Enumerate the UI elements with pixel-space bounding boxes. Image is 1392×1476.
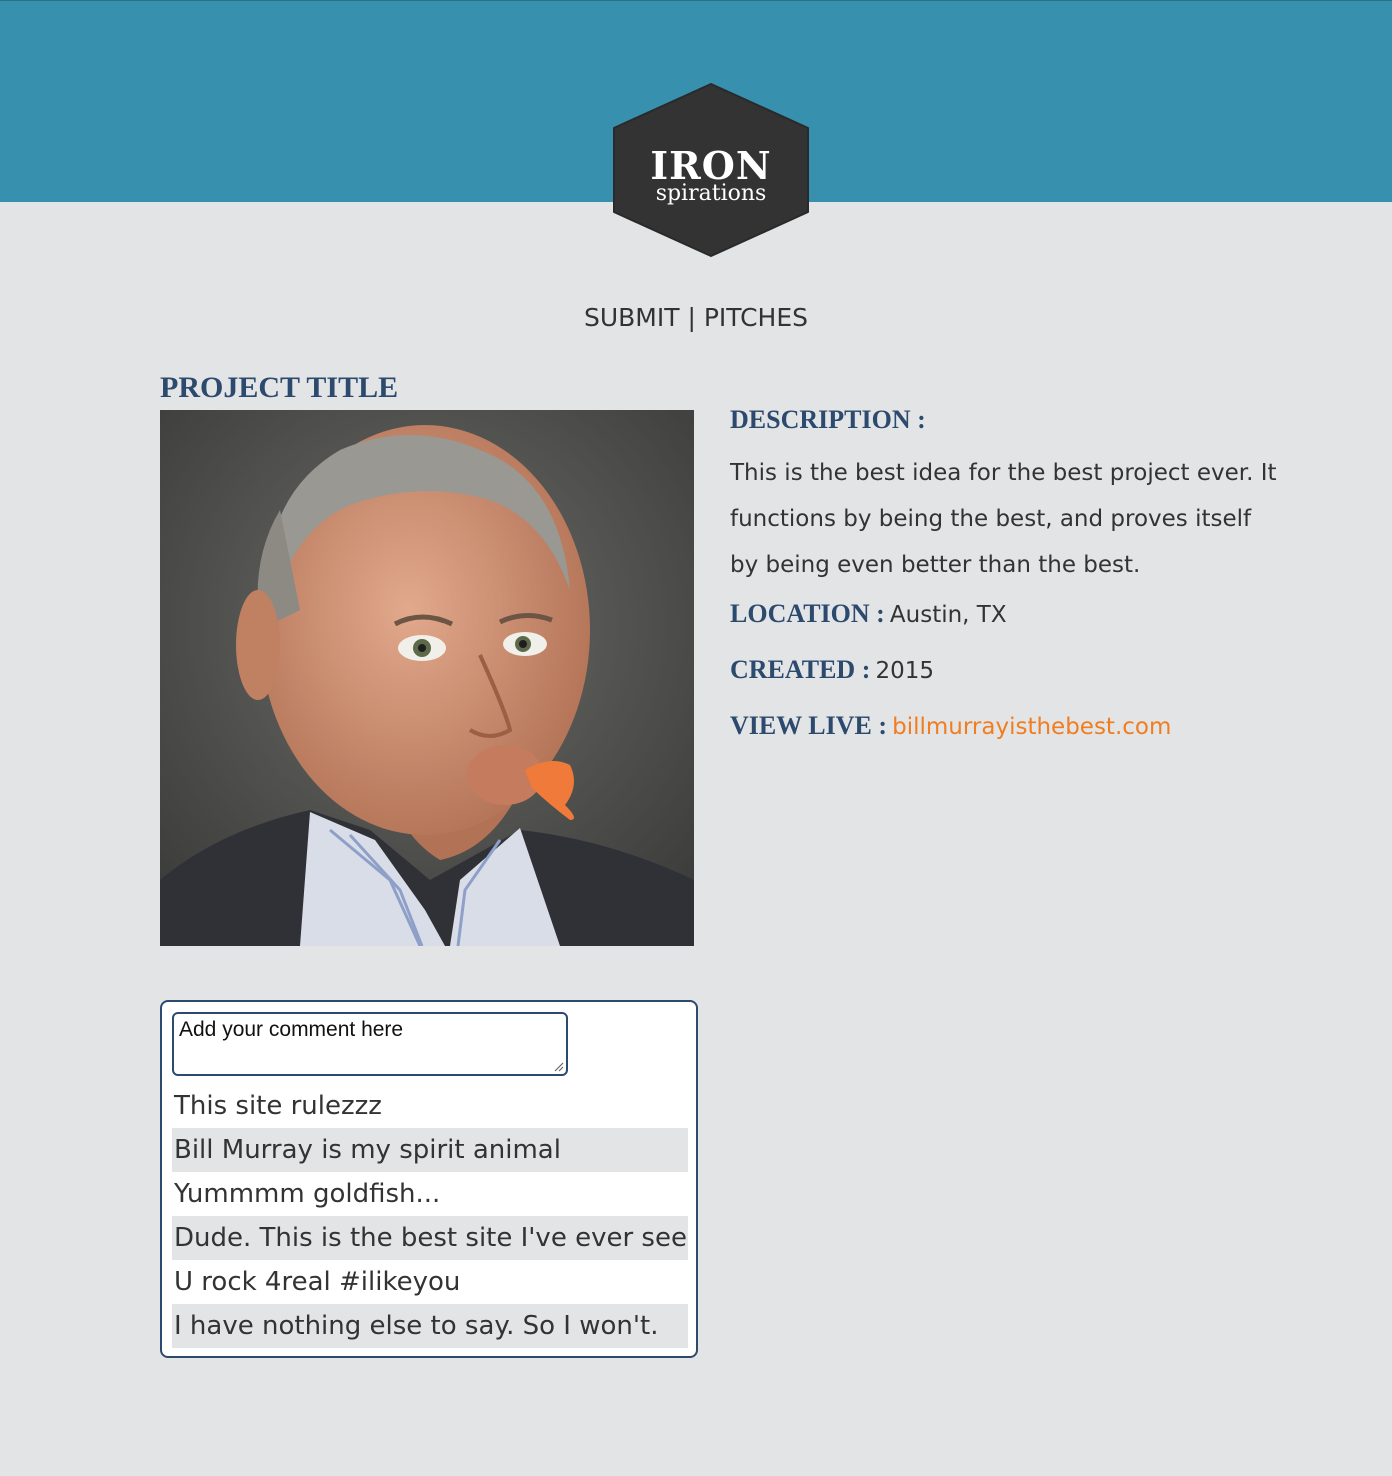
location-value: Austin, TX [889,602,1007,628]
logo-text-spirations: spirations [655,181,767,206]
comment-item: Dude. This is the best site I've ever se… [172,1216,688,1260]
created-value: 2015 [875,658,934,684]
site-logo[interactable]: IRON spirations [612,82,810,258]
description-label: DESCRIPTION : [730,405,926,434]
comment-item: I have nothing else to say. So I won't. [172,1304,688,1348]
project-image [160,410,694,946]
nav-submit-link[interactable]: SUBMIT [584,303,680,332]
comment-item: U rock 4real #ilikeyou [174,1267,461,1297]
main-nav: SUBMIT | PITCHES [0,298,1392,338]
comments-panel: This site rulezzz Bill Murray is my spir… [160,1000,698,1358]
view-live-row: VIEW LIVE : billmurrayisthebest.com [730,708,1171,747]
comment-item: This site rulezzz [174,1091,382,1121]
comment-input[interactable] [172,1012,568,1076]
view-live-link[interactable]: billmurrayisthebest.com [892,714,1171,740]
comment-item: Yummmm goldfish... [174,1179,441,1209]
resize-grip-icon[interactable] [552,1060,564,1072]
location-row: LOCATION : Austin, TX [730,596,1007,635]
created-label: CREATED : [730,655,871,684]
comment-item: Bill Murray is my spirit animal [172,1128,688,1172]
portrait-illustration [160,410,694,946]
created-row: CREATED : 2015 [730,652,934,691]
nav-separator: | [679,303,704,332]
project-title: PROJECT TITLE [160,371,399,404]
description-text: This is the best idea for the best proje… [730,460,1277,578]
location-label: LOCATION : [730,599,885,628]
view-live-label: VIEW LIVE : [730,711,888,740]
nav-pitches-link[interactable]: PITCHES [704,303,808,332]
comment-list: This site rulezzz Bill Murray is my spir… [172,1084,688,1348]
